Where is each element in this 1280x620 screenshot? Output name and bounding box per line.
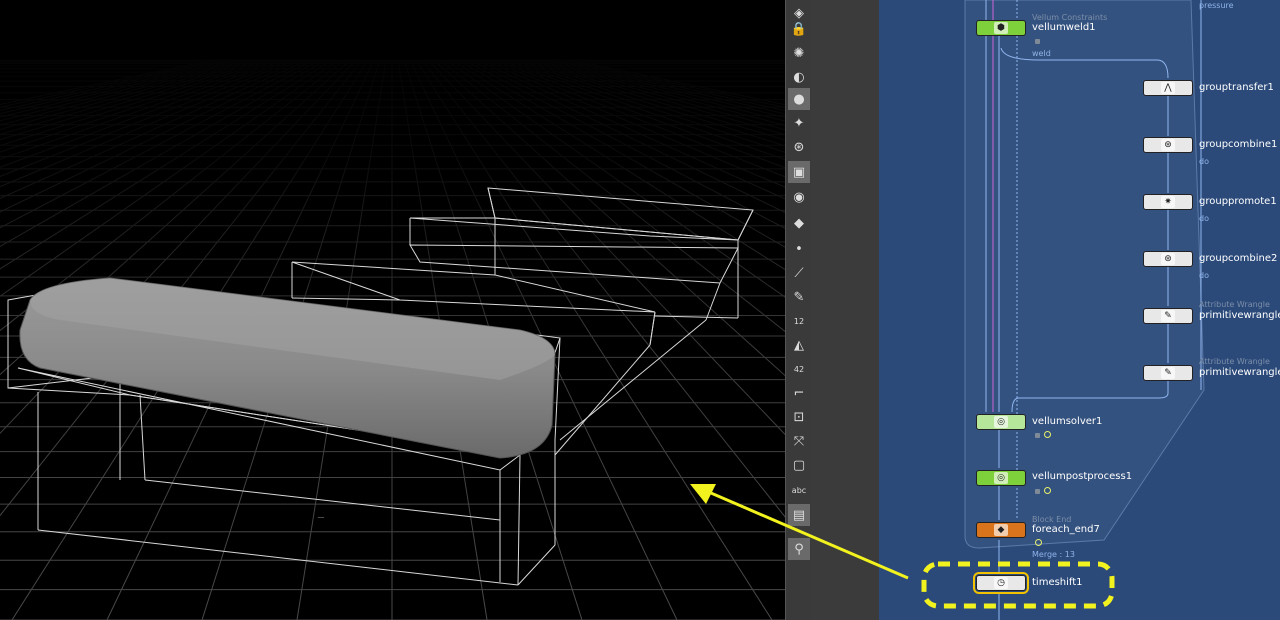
node-label: timeshift1 (1032, 577, 1083, 588)
brush-icon: ⟋ (794, 265, 804, 281)
timeshift-icon: ◷ (994, 577, 1008, 589)
scene-viewport[interactable]: _ (0, 0, 785, 620)
wrangle-icon: ✎ (1161, 310, 1175, 322)
brush-toggle[interactable]: ⟋ (788, 262, 810, 284)
point-number-icon: 12 (793, 316, 805, 326)
vellum-postprocess-icon: ◎ (994, 472, 1008, 484)
pane-divider[interactable] (811, 0, 879, 620)
point-number-toggle[interactable]: 12 (788, 310, 810, 332)
node-label: grouptransfer1 (1199, 82, 1274, 93)
square-icon: ▢ (792, 457, 806, 473)
weld-group-label: weld (1032, 49, 1051, 58)
lock-toggle[interactable]: 🔒 (788, 18, 810, 40)
transform-toggle[interactable]: ◆ (788, 212, 810, 234)
node-label: grouppromote1 (1199, 196, 1277, 207)
group-promote-icon: ✷ (1161, 196, 1175, 208)
eye-select-icon: ◉ (793, 189, 805, 205)
node-label: vellumsolver1 (1032, 416, 1103, 427)
point-light-toggle[interactable]: ✦ (788, 112, 810, 134)
vertex-number-toggle[interactable]: 42 (788, 358, 810, 380)
point-icon: • (795, 241, 803, 257)
node-label: foreach_end7 (1032, 524, 1100, 535)
node-ring (1044, 487, 1051, 494)
corner-toggle[interactable]: ⌐ (788, 382, 810, 404)
node-ring (1035, 539, 1042, 546)
primitive-toggle[interactable]: ◭ (788, 334, 810, 356)
group-transfer-icon: ⋀ (1161, 82, 1175, 94)
node-vellumpostprocess1[interactable]: ◎ (976, 470, 1026, 486)
node-label: primitivewrangle (1199, 310, 1280, 321)
node-vellumsolver1[interactable]: ◎ (976, 414, 1026, 430)
node-flag (1035, 433, 1040, 438)
node-grouptransfer1[interactable]: ⋀ (1143, 80, 1193, 96)
node-flag (1035, 489, 1040, 494)
transform-icon: ◆ (794, 215, 804, 231)
node-type-label: Vellum Constraints (1032, 13, 1108, 22)
camera-light-toggle[interactable]: ⊛ (788, 136, 810, 158)
group-combine-icon: ⊛ (1161, 139, 1175, 151)
text-toggle[interactable]: abc (788, 479, 810, 501)
node-vellumweld1[interactable]: ⬢ (976, 20, 1026, 36)
block-end-icon: ◆ (994, 524, 1008, 536)
network-editor[interactable]: pressure weld ⬢ Vellum Constraints vellu… (879, 0, 1280, 620)
point-light-icon: ✦ (793, 115, 805, 131)
node-groupcombine1[interactable]: ⊛ (1143, 137, 1193, 153)
pen-icon: ✎ (793, 289, 805, 305)
corner-icon: ⌐ (793, 385, 805, 401)
sphere-toggle[interactable]: ◐ (788, 66, 810, 88)
node-type-label: Attribute Wrangle (1199, 300, 1270, 309)
node-label: vellumweld1 (1032, 22, 1096, 33)
normal-icon: ⤧ (793, 433, 805, 449)
square-toggle[interactable]: ▢ (788, 454, 810, 476)
node-sublabel: Merge : 13 (1032, 550, 1075, 559)
node-foreach_end7[interactable]: ◆ (976, 522, 1026, 538)
pressure-group-label: pressure (1199, 1, 1234, 10)
viewport-canvas[interactable]: _ (0, 0, 785, 620)
point-toggle[interactable]: • (788, 238, 810, 260)
normal-toggle[interactable]: ⤧ (788, 430, 810, 452)
bounding-box-icon: ⊡ (793, 409, 805, 425)
node-sublabel: do (1199, 214, 1209, 223)
bounding-box-toggle[interactable]: ⊡ (788, 406, 810, 428)
vellum-weld-icon: ⬢ (994, 22, 1008, 34)
vellum-solver-icon: ◎ (994, 416, 1008, 428)
node-label: primitivewrangle (1199, 367, 1280, 378)
node-timeshift1[interactable]: ◷ (973, 572, 1029, 594)
vertex-number-icon: 42 (793, 364, 805, 374)
display-options-toolbar: ◈ 🔒 ✺ ◐ ● ✦ ⊛ ▣ ◉ ◆ • ⟋ ✎ 12 ◭ 42 ⌐ ⊡ ⤧ ▢ abc ▤ ⚲ (785, 0, 813, 620)
render-view-icon: ▣ (792, 164, 806, 180)
render-view-toggle[interactable]: ▣ (788, 161, 810, 183)
pen-toggle[interactable]: ✎ (788, 286, 810, 308)
light-toggle[interactable]: ● (788, 88, 810, 110)
node-flag (1035, 39, 1040, 44)
node-type-label: Block End (1032, 515, 1072, 524)
node-ring (1044, 431, 1051, 438)
node-primitivewrangle1[interactable]: ✎ (1143, 308, 1193, 324)
node-label: groupcombine1 (1199, 139, 1278, 150)
image-toggle[interactable]: ▤ (788, 504, 810, 526)
node-sublabel: do (1199, 157, 1209, 166)
node-label: vellumpostprocess1 (1032, 471, 1133, 482)
primitive-icon: ◭ (794, 337, 804, 353)
floor-marker: _ (317, 504, 325, 518)
group-combine-icon: ⊛ (1161, 253, 1175, 265)
camera-light-icon: ⊛ (793, 139, 805, 155)
light-icon: ● (793, 91, 805, 107)
lightbulb-off-toggle[interactable]: ✺ (788, 42, 810, 64)
text-icon: abc (791, 485, 807, 495)
node-type-label: Attribute Wrangle (1199, 357, 1270, 366)
sphere-icon: ◐ (793, 69, 805, 85)
eye-select-toggle[interactable]: ◉ (788, 186, 810, 208)
pin-toggle[interactable]: ⚲ (788, 538, 810, 560)
node-sublabel: do (1199, 271, 1209, 280)
lightbulb-off-icon: ✺ (793, 45, 805, 61)
image-icon: ▤ (792, 507, 806, 523)
node-grouppromote1[interactable]: ✷ (1143, 194, 1193, 210)
pin-icon: ⚲ (794, 541, 804, 557)
node-label: groupcombine2 (1199, 253, 1278, 264)
node-groupcombine2[interactable]: ⊛ (1143, 251, 1193, 267)
node-primitivewrangle2[interactable]: ✎ (1143, 365, 1193, 381)
wrangle-icon: ✎ (1161, 367, 1175, 379)
lock-icon: 🔒 (790, 21, 808, 37)
